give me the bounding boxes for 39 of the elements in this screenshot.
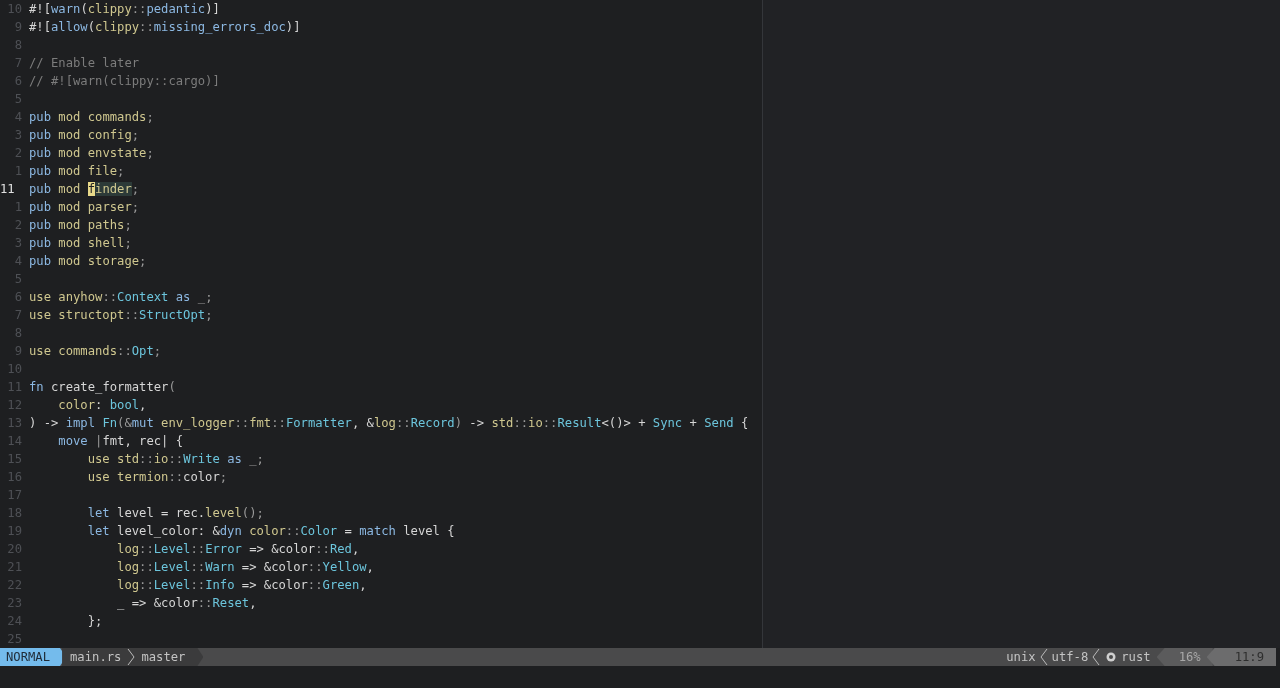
chevron-right-icon <box>126 648 137 666</box>
code-line: pub mod paths; <box>29 217 132 234</box>
code-line: }; <box>86 613 103 630</box>
code-line: _ => &color::Reset, <box>116 595 257 612</box>
code-line: use termion::color; <box>86 469 228 486</box>
code-line: log::Level::Warn => &color::Yellow, <box>116 559 374 576</box>
code-line: ) -> impl Fn(&mut env_logger::fmt::Formatter, &log::Record) -> std::io::Result<()> + Sync + Send { <box>29 415 749 432</box>
code-line: pub mod storage; <box>29 253 147 270</box>
file-type: rust <box>1121 649 1151 666</box>
code-line: log::Level::Error => &color::Red, <box>116 541 360 558</box>
line-number: 11 <box>0 181 16 198</box>
code-line: #![allow(clippy::missing_errors_doc)] <box>29 19 301 36</box>
file-encoding: utf-8 <box>1051 649 1089 666</box>
code-line: pub mod envstate; <box>29 145 154 162</box>
code-line: use anyhow::Context as _; <box>29 289 213 306</box>
code-line: pub mod shell; <box>29 235 132 252</box>
file-name: main.rs <box>69 649 123 666</box>
code-line: let level_color: &dyn color::Color = match level { <box>86 523 455 540</box>
cursor-position: 11:9 <box>1206 648 1276 666</box>
code-line: pub mod config; <box>29 127 140 144</box>
code-line: use commands::Opt; <box>29 343 162 360</box>
code-line: log::Level::Info => &color::Green, <box>116 577 367 594</box>
code-line: pub mod file; <box>29 163 125 180</box>
code-line: move |fmt, rec| { <box>57 433 184 450</box>
code-line: #![warn(clippy::pedantic)] <box>29 1 220 18</box>
code-line: pub mod finder; <box>29 181 140 198</box>
code-line: // Enable later <box>29 55 140 72</box>
code-line: use structopt::StructOpt; <box>29 307 213 324</box>
code-line: pub mod commands; <box>29 109 154 126</box>
chevron-left-icon <box>1038 648 1049 666</box>
code-line: use std::io::Write as _; <box>86 451 264 468</box>
code-line: let level = rec.level(); <box>86 505 264 522</box>
code-line: // #![warn(clippy::cargo)] <box>29 73 220 90</box>
git-branch: master <box>140 649 187 666</box>
code-line: color: bool, <box>57 397 147 414</box>
chevron-left-icon <box>1091 648 1102 666</box>
code-line: pub mod parser; <box>29 199 140 216</box>
code-line: fn create_formatter( <box>29 379 176 396</box>
file-format: unix <box>1006 649 1036 666</box>
